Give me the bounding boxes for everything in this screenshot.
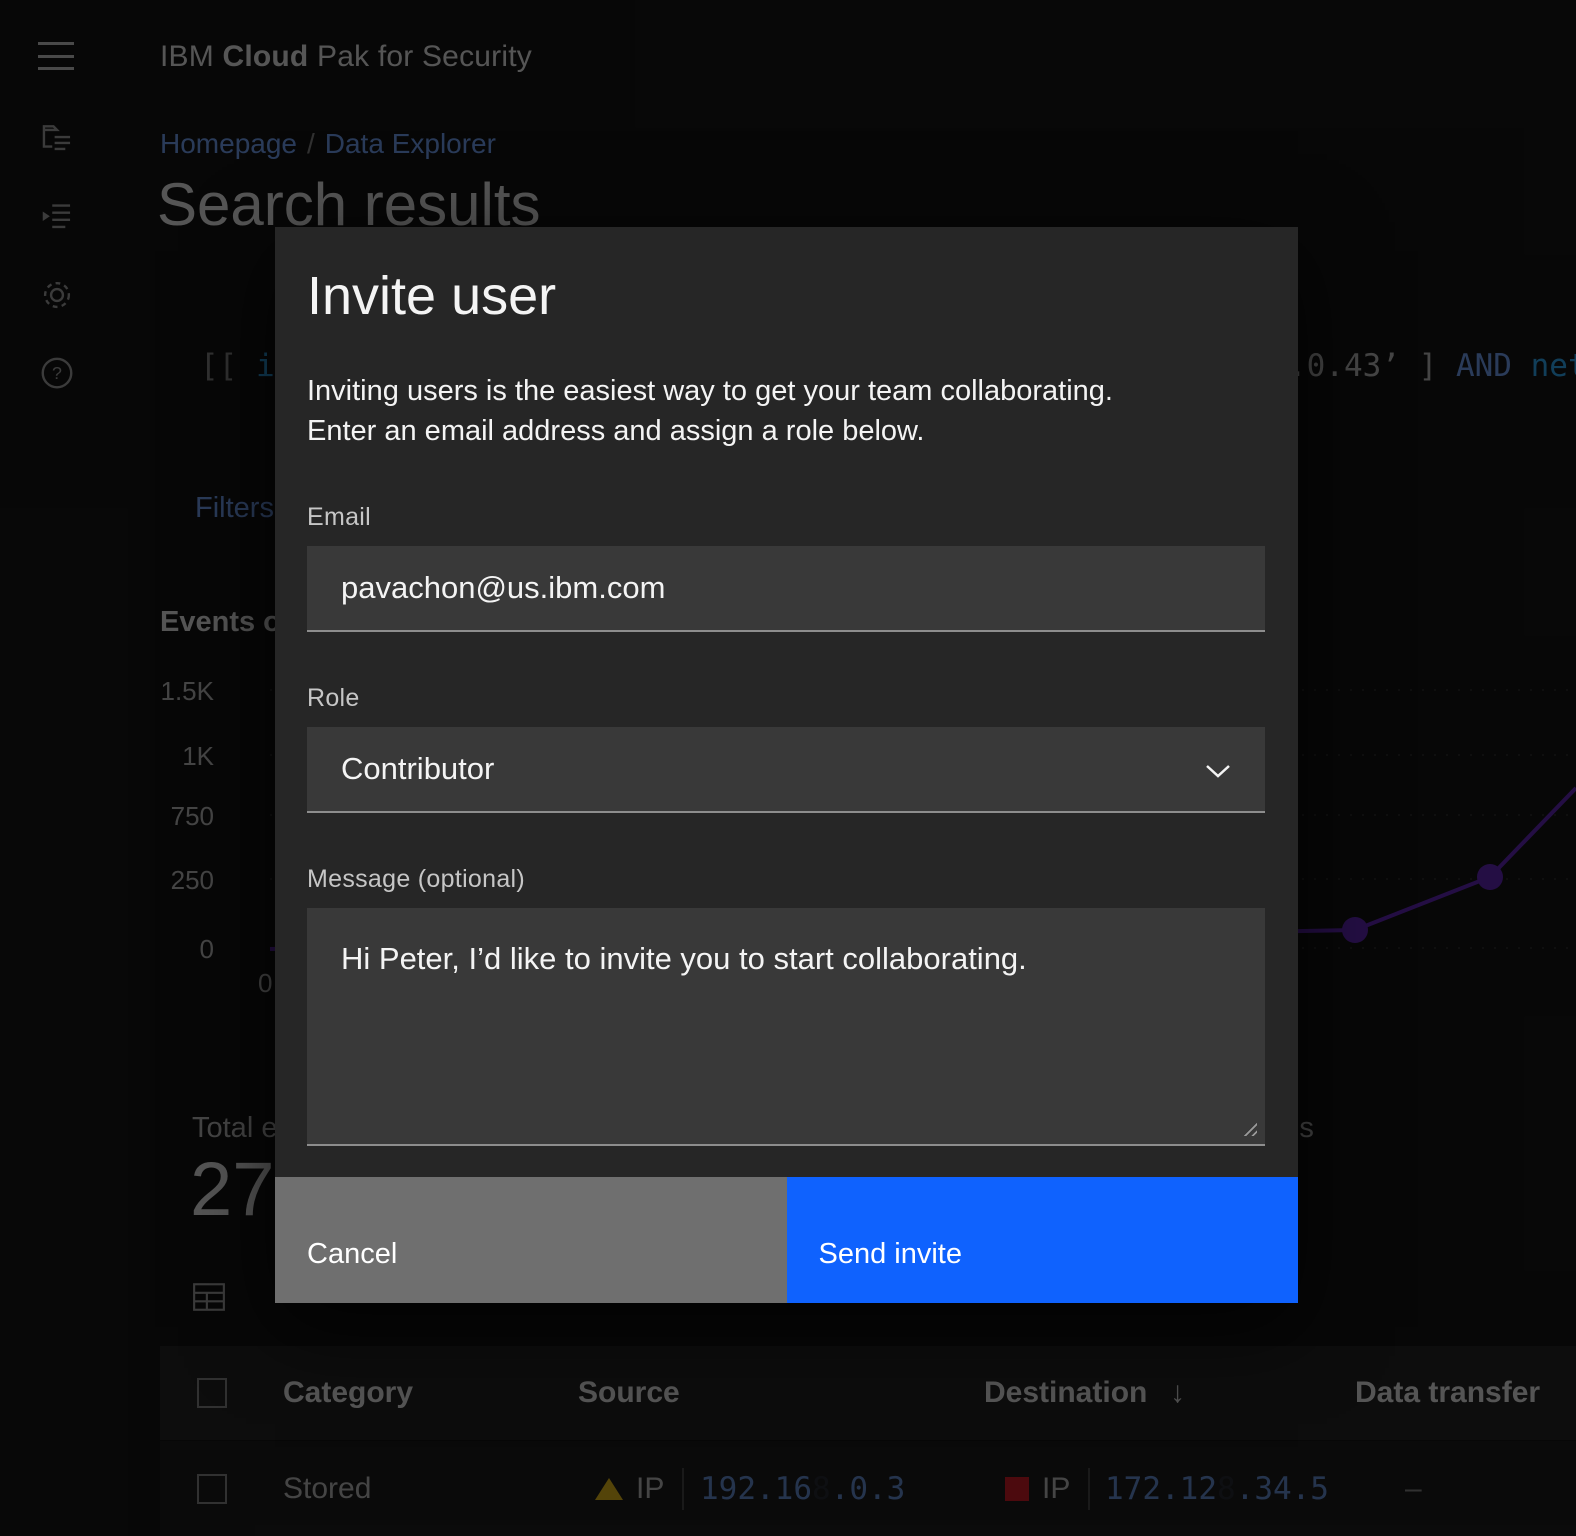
cancel-button[interactable]: Cancel (275, 1177, 787, 1303)
email-value: pavachon@us.ibm.com (341, 570, 665, 606)
email-field[interactable]: pavachon@us.ibm.com (307, 546, 1265, 632)
message-textarea[interactable]: Hi Peter, I’d like to invite you to star… (307, 908, 1265, 1146)
modal-description-line1: Inviting users is the easiest way to get… (307, 371, 1137, 411)
send-invite-button[interactable]: Send invite (787, 1177, 1299, 1303)
role-value: Contributor (341, 751, 494, 787)
chevron-down-icon (1205, 751, 1231, 787)
modal-description: Inviting users is the easiest way to get… (307, 371, 1137, 451)
message-value: Hi Peter, I’d like to invite you to star… (341, 941, 1027, 976)
modal-description-line2: Enter an email address and assign a role… (307, 411, 1137, 451)
email-label: Email (307, 503, 1266, 532)
modal-footer: Cancel Send invite (275, 1177, 1298, 1303)
role-label: Role (307, 684, 1266, 713)
resize-handle[interactable] (1241, 1120, 1257, 1136)
modal-title: Invite user (307, 265, 1266, 327)
role-select[interactable]: Contributor (307, 727, 1265, 813)
invite-user-modal: Invite user Inviting users is the easies… (275, 227, 1298, 1303)
message-label: Message (optional) (307, 865, 1266, 894)
